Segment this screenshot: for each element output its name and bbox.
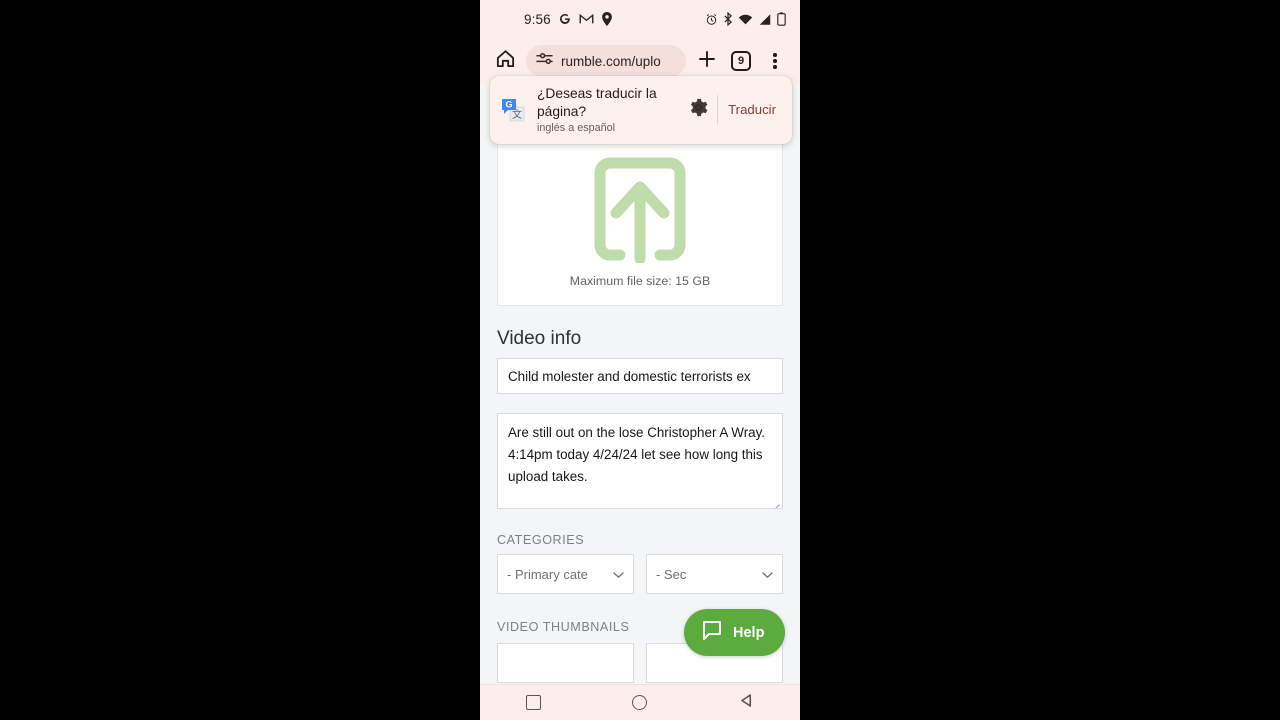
cell-signal-icon: [758, 13, 772, 26]
primary-category-select[interactable]: - Primary cate: [497, 554, 634, 594]
chevron-down-icon: [762, 567, 773, 582]
translate-languages: inglés a español: [537, 122, 616, 134]
google-translate-icon: 文 G: [501, 98, 525, 122]
gear-icon: [689, 98, 708, 122]
categories-label: CATEGORIES: [497, 533, 585, 547]
secondary-category-select[interactable]: - Sec: [646, 554, 783, 594]
home-button[interactable]: [492, 48, 518, 74]
translate-infobar[interactable]: 文 G ¿Deseas traducir la página? inglés a…: [490, 76, 792, 144]
phone-screen: 9:56 rumble.com/uplo 9 Maximum file size…: [480, 0, 800, 720]
chat-bubble-icon: [701, 620, 723, 646]
translate-title: ¿Deseas traducir la página?: [537, 86, 657, 119]
home-button-nav[interactable]: [618, 688, 662, 718]
upload-arrow-icon: [594, 155, 686, 268]
svg-text:G: G: [505, 99, 512, 109]
webpage-viewport: Maximum file size: 15 GB Video info Chil…: [480, 84, 800, 684]
secondary-category-value: - Sec: [656, 566, 687, 582]
status-bar: 9:56: [480, 0, 800, 38]
textarea-resize-handle[interactable]: [771, 497, 780, 508]
help-button[interactable]: Help: [684, 609, 786, 656]
screenshot-stage: 9:56 rumble.com/uplo 9 Maximum file size…: [0, 0, 1280, 720]
plus-icon: [697, 49, 717, 74]
recents-button[interactable]: [511, 688, 555, 718]
chevron-down-icon: [613, 567, 624, 582]
video-title-input[interactable]: Child molester and domestic terrorists e…: [497, 358, 783, 394]
thumbnail-slot[interactable]: [497, 643, 634, 683]
gmail-icon: [579, 13, 594, 25]
home-icon: [495, 48, 516, 74]
url-text: rumble.com/uplo: [561, 53, 661, 69]
translate-action-button[interactable]: Traducir: [728, 102, 782, 117]
tab-switcher-button[interactable]: 9: [731, 51, 751, 71]
location-pin-icon: [601, 12, 613, 26]
video-title-value: Child molester and domestic terrorists e…: [508, 368, 751, 384]
google-g-icon: [558, 12, 572, 26]
status-bar-right: [705, 12, 786, 26]
categories-row: - Primary cate - Sec: [497, 554, 783, 594]
overflow-menu-button[interactable]: [762, 48, 788, 74]
video-info-heading: Video info: [497, 328, 582, 349]
bluetooth-icon: [723, 12, 733, 26]
status-clock: 9:56: [524, 11, 551, 27]
translate-text-group: ¿Deseas traducir la página? inglés a esp…: [537, 85, 683, 134]
upload-max-size-caption: Maximum file size: 15 GB: [569, 273, 711, 288]
video-description-textarea[interactable]: Are still out on the lose Christopher A …: [497, 413, 783, 509]
back-button[interactable]: [725, 688, 769, 718]
circle-home-icon: [632, 695, 648, 710]
tab-count-label: 9: [737, 55, 745, 67]
translate-divider: [717, 94, 719, 125]
wifi-icon: [738, 13, 753, 26]
square-recents-icon: [525, 695, 541, 710]
triangle-back-icon: [739, 693, 754, 713]
new-tab-button[interactable]: [694, 48, 720, 74]
alarm-icon: [705, 13, 718, 26]
video-description-value: Are still out on the lose Christopher A …: [508, 425, 766, 484]
android-navigation-bar: [480, 684, 800, 720]
overflow-menu-icon: [773, 52, 777, 70]
tune-sliders-icon[interactable]: [536, 51, 553, 71]
help-button-label: Help: [733, 624, 765, 641]
translate-settings-button[interactable]: [683, 98, 713, 122]
upload-dropzone[interactable]: Maximum file size: 15 GB: [497, 136, 783, 306]
primary-category-value: - Primary cate: [507, 566, 588, 582]
url-bar[interactable]: rumble.com/uplo: [526, 45, 686, 77]
status-bar-left: 9:56: [524, 12, 613, 27]
battery-icon: [777, 12, 786, 26]
